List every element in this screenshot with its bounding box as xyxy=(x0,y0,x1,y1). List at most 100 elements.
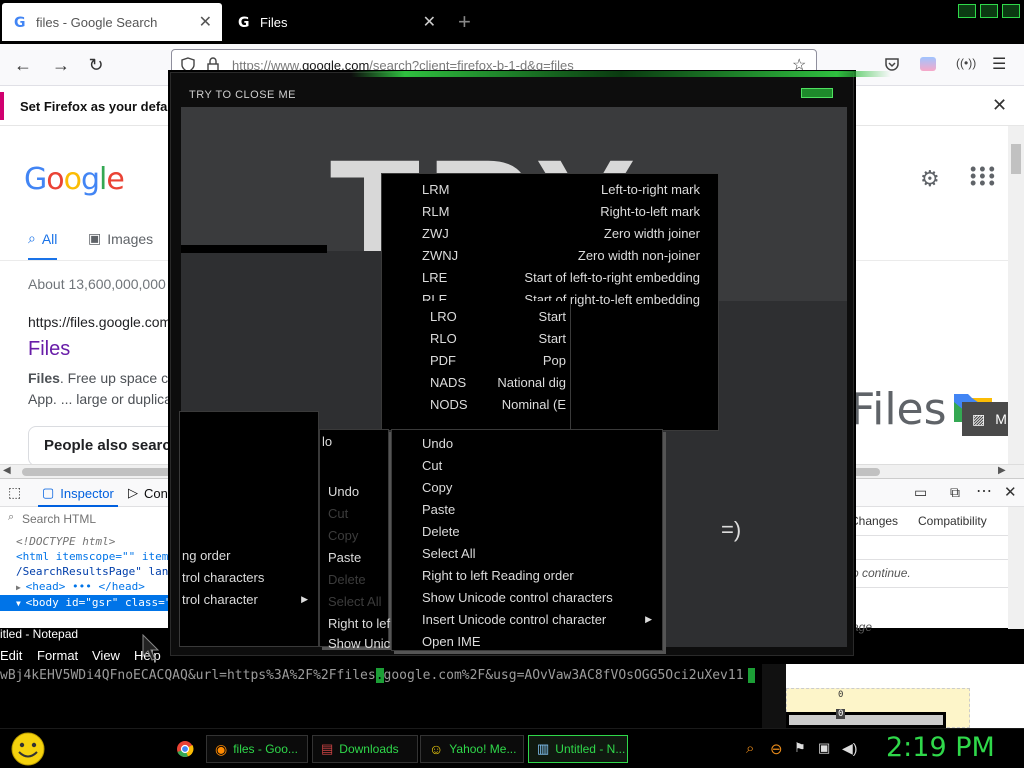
scrollbar-thumb[interactable] xyxy=(1011,144,1021,174)
menu-item-desc[interactable]: Left-to-right mark xyxy=(601,182,700,197)
close-window-icon[interactable] xyxy=(1002,4,1020,18)
menu-item-desc[interactable]: Start of left-to-right embedding xyxy=(524,270,700,285)
scroll-right-arrow-icon[interactable]: ▶ xyxy=(998,465,1006,476)
menu-item-desc[interactable]: Right-to-left mark xyxy=(600,204,700,219)
more-options-icon[interactable]: ⋯ xyxy=(976,481,992,501)
menu-item-desc[interactable]: Start xyxy=(539,309,566,324)
google-logo[interactable]: Google xyxy=(24,162,125,197)
menu-view[interactable]: View xyxy=(92,648,120,663)
menu-item-code[interactable]: LRO xyxy=(430,309,457,324)
menu-item-code[interactable]: RLM xyxy=(422,204,449,219)
menu-item-code[interactable]: ZWJ xyxy=(422,226,449,241)
menu-item-code[interactable]: PDF xyxy=(430,353,456,368)
code-line-doctype[interactable]: <!DOCTYPE html> xyxy=(16,535,115,548)
hamburger-menu-icon[interactable]: ☰ xyxy=(992,54,1006,74)
menu-item-code[interactable]: NODS xyxy=(430,397,468,412)
close-notification-icon[interactable]: ✕ xyxy=(992,95,1007,116)
google-tab-all[interactable]: ⌕ All xyxy=(28,230,58,261)
search-tray-icon[interactable]: ⌕ xyxy=(746,740,762,757)
menu-item-select-all[interactable]: Select All xyxy=(422,546,475,561)
notepad-scrollbar[interactable] xyxy=(762,664,786,728)
menu-item-code[interactable]: RLO xyxy=(430,331,457,346)
menu-item-copy[interactable]: Copy xyxy=(422,480,452,495)
close-tab-icon[interactable]: ✕ xyxy=(423,12,436,32)
menu-item-partial[interactable]: ng order xyxy=(182,548,230,563)
menu-edit[interactable]: Edit xyxy=(0,648,22,663)
menu-item-desc[interactable]: National dig xyxy=(497,375,566,390)
menu-item-desc[interactable]: Pop xyxy=(543,353,566,368)
menu-item-insert-unicode[interactable]: Insert Unicode control character xyxy=(422,612,606,627)
close-tab-icon[interactable]: ✕ xyxy=(199,12,212,32)
account-icon[interactable] xyxy=(920,57,936,71)
taskbar-item-firefox[interactable]: ◉ files - Goo... xyxy=(206,735,308,763)
chrome-icon[interactable] xyxy=(176,740,194,758)
element-picker-icon[interactable]: ⬚ xyxy=(8,484,21,501)
new-tab-plus-icon[interactable]: + xyxy=(458,9,471,35)
network-icon[interactable]: ▣ xyxy=(818,740,834,756)
taskbar-item-downloads[interactable]: ▤ Downloads xyxy=(312,735,418,763)
taskbar-clock[interactable]: 2:19 PM xyxy=(886,732,995,763)
no-entry-tray-icon[interactable]: ⊖ xyxy=(770,740,786,758)
extension-icon[interactable]: ((•)) xyxy=(956,56,976,70)
popout-icon[interactable]: ⧉ xyxy=(950,484,960,501)
result-title-link[interactable]: Files xyxy=(28,338,70,361)
menu-item-show-unicode[interactable]: Show Unic xyxy=(328,636,390,651)
prank-close-button[interactable] xyxy=(801,88,833,98)
menu-item-show-unicode[interactable]: Show Unicode control characters xyxy=(422,590,613,605)
tab-console[interactable]: ▷ Con xyxy=(128,485,168,501)
smiley-start-icon[interactable] xyxy=(8,731,48,767)
menu-item-undo[interactable]: Undo xyxy=(328,484,359,499)
devtools-scrollbar[interactable] xyxy=(1008,507,1024,629)
volume-icon[interactable]: ◀) xyxy=(842,740,858,756)
menu-item-open-ime[interactable]: Open IME xyxy=(422,634,481,649)
maximize-window-icon[interactable] xyxy=(980,4,998,18)
menu-item-desc[interactable]: Start xyxy=(539,331,566,346)
google-tab-images[interactable]: ▣ Images xyxy=(88,230,153,247)
notepad-text-area[interactable]: wBj4kEHV5WDi4QFnoECACQAQ&url=https%3A%2F… xyxy=(0,664,786,728)
menu-item-code[interactable]: LRE xyxy=(422,270,447,285)
menu-item-undo-partial[interactable]: lo xyxy=(322,434,332,449)
action-center-flag-icon[interactable]: ⚑ xyxy=(794,740,810,756)
menu-item-paste[interactable]: Paste xyxy=(328,550,361,565)
menu-item-paste[interactable]: Paste xyxy=(422,502,455,517)
menu-item-code[interactable]: LRM xyxy=(422,182,449,197)
lock-icon[interactable] xyxy=(206,57,220,73)
menu-item-undo[interactable]: Undo xyxy=(422,436,453,451)
minimize-window-icon[interactable] xyxy=(958,4,976,18)
code-line-html-cont[interactable]: /SearchResultsPage" lang=" xyxy=(16,565,188,578)
menu-item-desc[interactable]: Zero width joiner xyxy=(604,226,700,241)
menu-item-desc[interactable]: Nominal (E xyxy=(502,397,566,412)
dock-icon[interactable]: ▭ xyxy=(914,484,927,501)
tab-changes[interactable]: Changes xyxy=(850,514,898,528)
menu-item-delete[interactable]: Delete xyxy=(422,524,460,539)
settings-gear-icon[interactable]: ⚙ xyxy=(920,166,940,192)
menu-item-partial[interactable]: trol character xyxy=(182,592,258,607)
tab-inspector[interactable]: ▢ Inspector xyxy=(38,485,118,507)
menu-item-desc[interactable]: Zero width non-joiner xyxy=(578,248,700,263)
menu-item-code[interactable]: NADS xyxy=(430,375,466,390)
tab-files[interactable]: G Files ✕ xyxy=(226,3,446,41)
tab-compatibility[interactable]: Compatibility xyxy=(918,514,987,528)
tab-files-google-search[interactable]: G files - Google Search ✕ xyxy=(2,3,222,41)
code-line-head[interactable]: ▶ <head> ••• </head> xyxy=(16,580,145,593)
prank-window[interactable]: TRY TO CLOSE ME TRY =) LRMLeft-to-right … xyxy=(170,71,891,656)
menu-item-partial[interactable]: trol characters xyxy=(182,570,264,585)
menu-format[interactable]: Format xyxy=(37,648,78,663)
menu-item-rtl-reading[interactable]: Right to left Reading order xyxy=(422,568,574,583)
code-line-body[interactable]: ▼ <body id="gsr" class="sr xyxy=(16,596,185,609)
forward-arrow-icon[interactable]: → xyxy=(50,54,72,76)
menu-item-rtl[interactable]: Right to lef xyxy=(328,616,390,631)
apps-grid-icon[interactable]: • • • • • • • • • xyxy=(970,160,995,192)
taskbar-item-yahoo[interactable]: ☺ Yahoo! Me... xyxy=(420,735,524,763)
back-arrow-icon[interactable]: ← xyxy=(12,54,34,76)
html-search-input[interactable]: Search HTML xyxy=(0,509,180,529)
code-line-html[interactable]: <html itemscope="" itemtyp xyxy=(16,550,188,563)
reload-icon[interactable]: ↻ xyxy=(85,54,107,76)
menu-item-code[interactable]: ZWNJ xyxy=(422,248,458,263)
close-devtools-icon[interactable]: ✕ xyxy=(1004,483,1017,501)
taskbar-item-notepad[interactable]: ▥ Untitled - N... xyxy=(528,735,628,763)
scroll-left-arrow-icon[interactable]: ◀ xyxy=(3,465,11,476)
menu-item-cut[interactable]: Cut xyxy=(422,458,442,473)
pocket-icon[interactable] xyxy=(884,56,900,72)
page-vertical-scrollbar[interactable] xyxy=(1008,126,1024,464)
